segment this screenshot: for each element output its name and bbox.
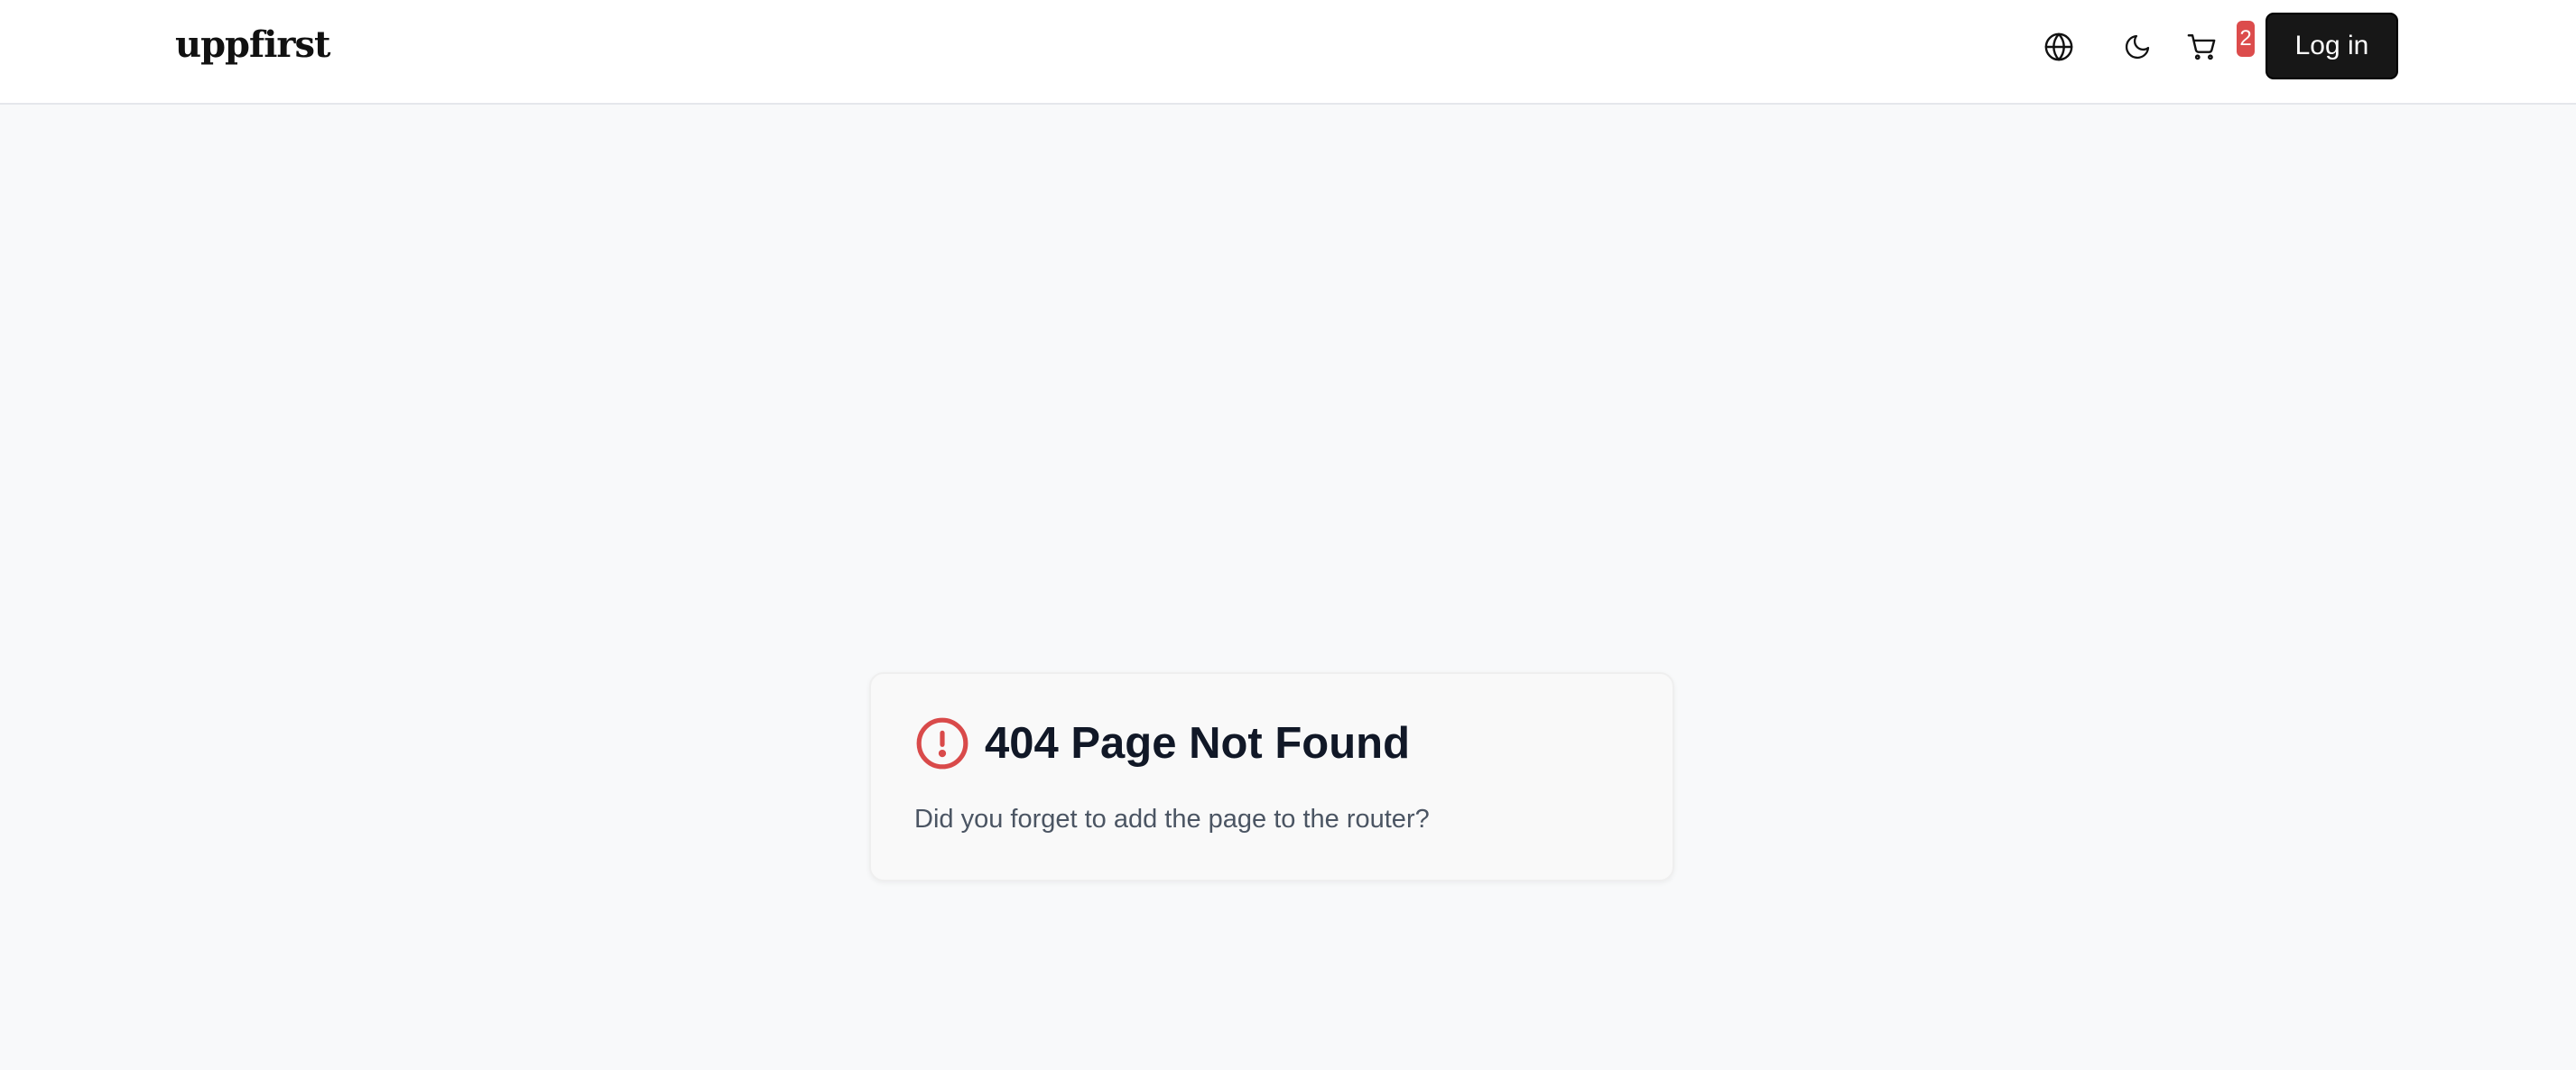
error-title: 404 Page Not Found [985, 719, 1411, 768]
theme-toggle-button[interactable] [2112, 23, 2163, 70]
error-card: 404 Page Not Found Did you forget to add… [869, 672, 1674, 881]
moon-icon [2125, 34, 2150, 60]
uppfirst-logo[interactable]: uppfirst [175, 20, 330, 70]
cart-count-badge: 2 [2237, 21, 2255, 57]
login-button[interactable]: Log in [2266, 13, 2398, 79]
error-message: Did you forget to add the page to the ro… [914, 805, 1430, 834]
shopping-cart-icon [2187, 34, 2216, 60]
top-navigation-bar: uppfirst 2 Log in [0, 0, 2576, 105]
language-switcher-button[interactable] [2034, 23, 2084, 70]
shopping-cart-button[interactable] [2176, 23, 2227, 70]
alert-circle-icon [916, 717, 968, 770]
globe-icon [2044, 32, 2073, 61]
